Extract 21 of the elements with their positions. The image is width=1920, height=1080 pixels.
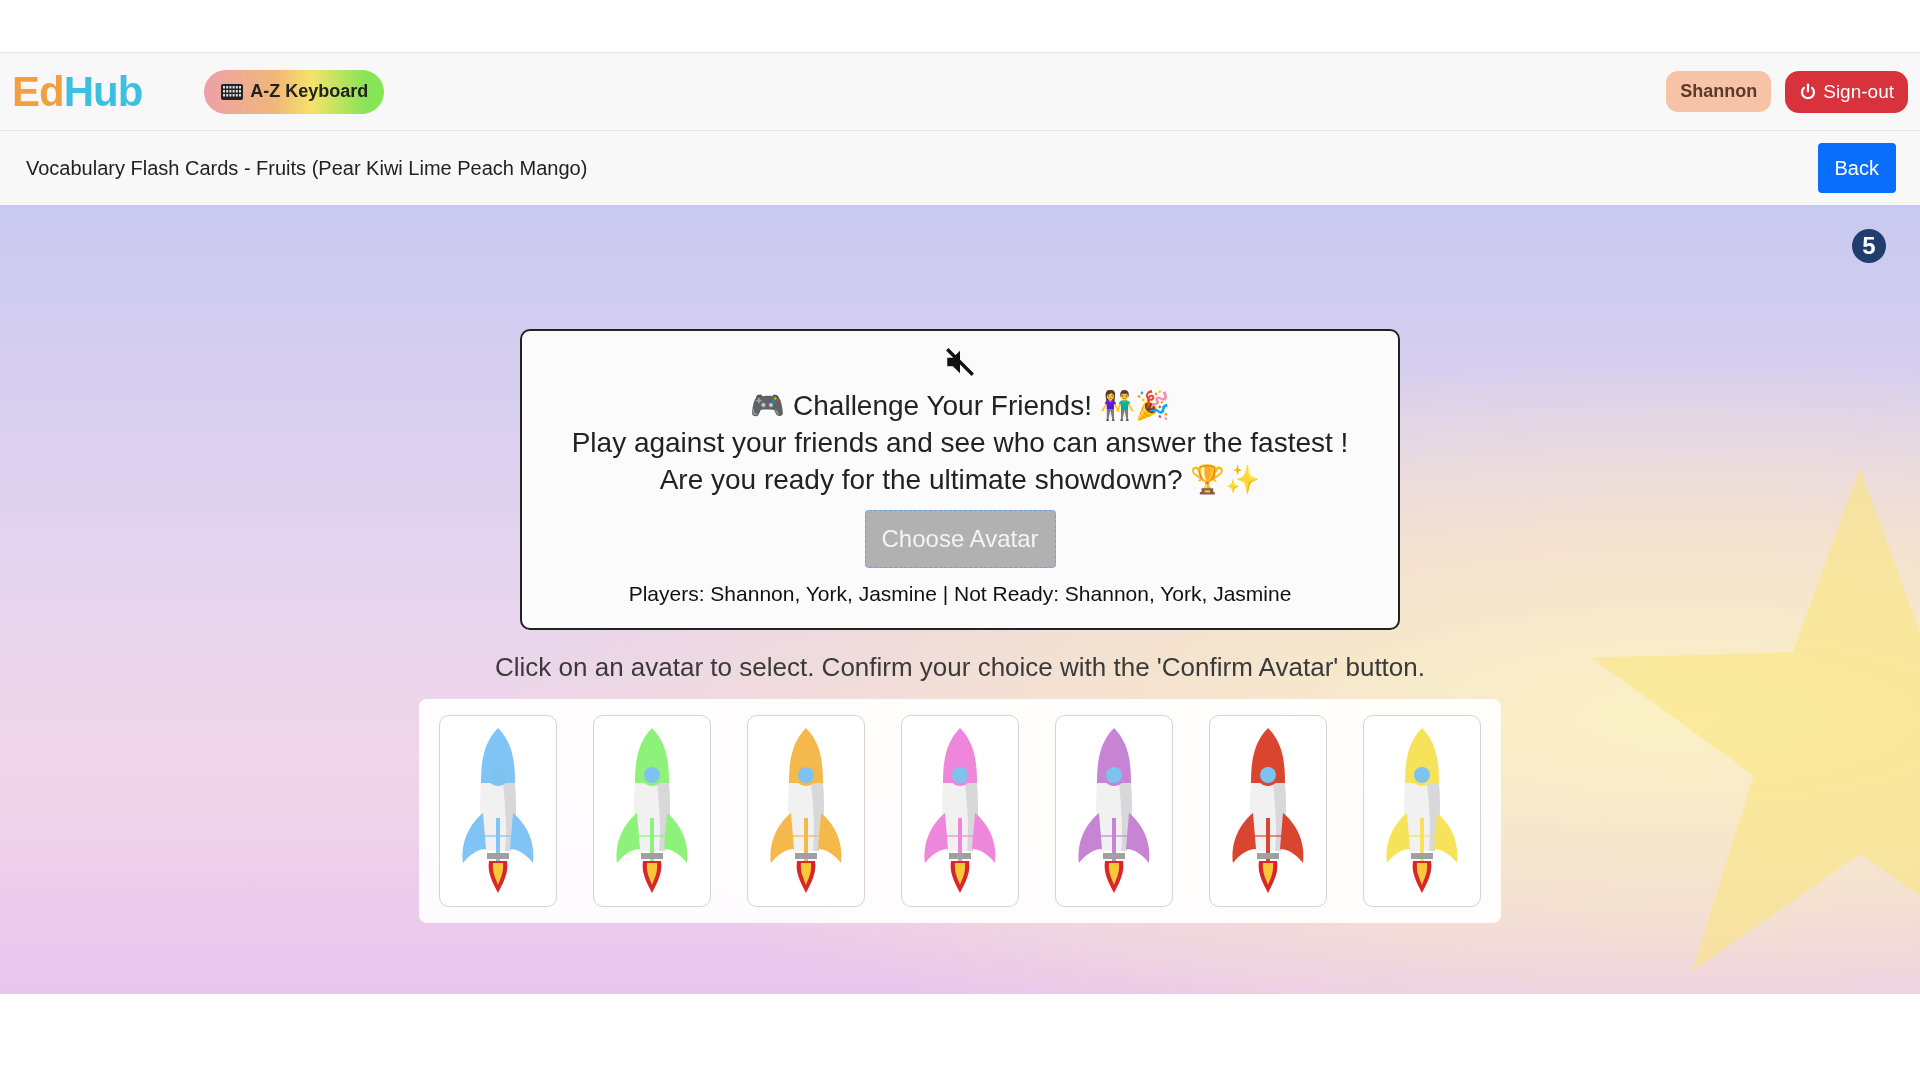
avatar-card[interactable]: [901, 715, 1019, 907]
page-title: Vocabulary Flash Cards - Fruits (Pear Kiwi Lime Peach Mango): [26, 156, 588, 180]
back-button[interactable]: Back: [1817, 143, 1896, 193]
signout-button[interactable]: Sign-out: [1785, 70, 1908, 113]
power-icon: [1799, 82, 1818, 101]
counter-badge: 5: [1852, 229, 1886, 263]
keyboard-button[interactable]: A-Z Keyboard: [204, 69, 385, 114]
avatar-card[interactable]: [439, 715, 557, 907]
mute-icon[interactable]: [943, 345, 977, 379]
user-badge: Shannon: [1666, 71, 1772, 112]
players-status: Players: Shannon, York, Jasmine | Not Ready: Shannon, York, Jasmine: [628, 582, 1292, 606]
dialog-heading: 🎮 Challenge Your Friends! 👫🎉: [750, 389, 1170, 423]
keyboard-icon: [220, 82, 245, 101]
avatar-card[interactable]: [747, 715, 865, 907]
dialog-text: Play against your friends and see who can answer the fastest !: [571, 426, 1349, 460]
avatar-card[interactable]: [593, 715, 711, 907]
avatar-card[interactable]: [1055, 715, 1173, 907]
avatar-card[interactable]: [1209, 715, 1327, 907]
dialog-text: Are you ready for the ultimate showdown? 🏆✨: [659, 463, 1261, 497]
avatar-card[interactable]: [1363, 715, 1481, 907]
instruction-text: Click on an avatar to select. Confirm your choice with the 'Confirm Avatar' button.: [495, 652, 1425, 683]
